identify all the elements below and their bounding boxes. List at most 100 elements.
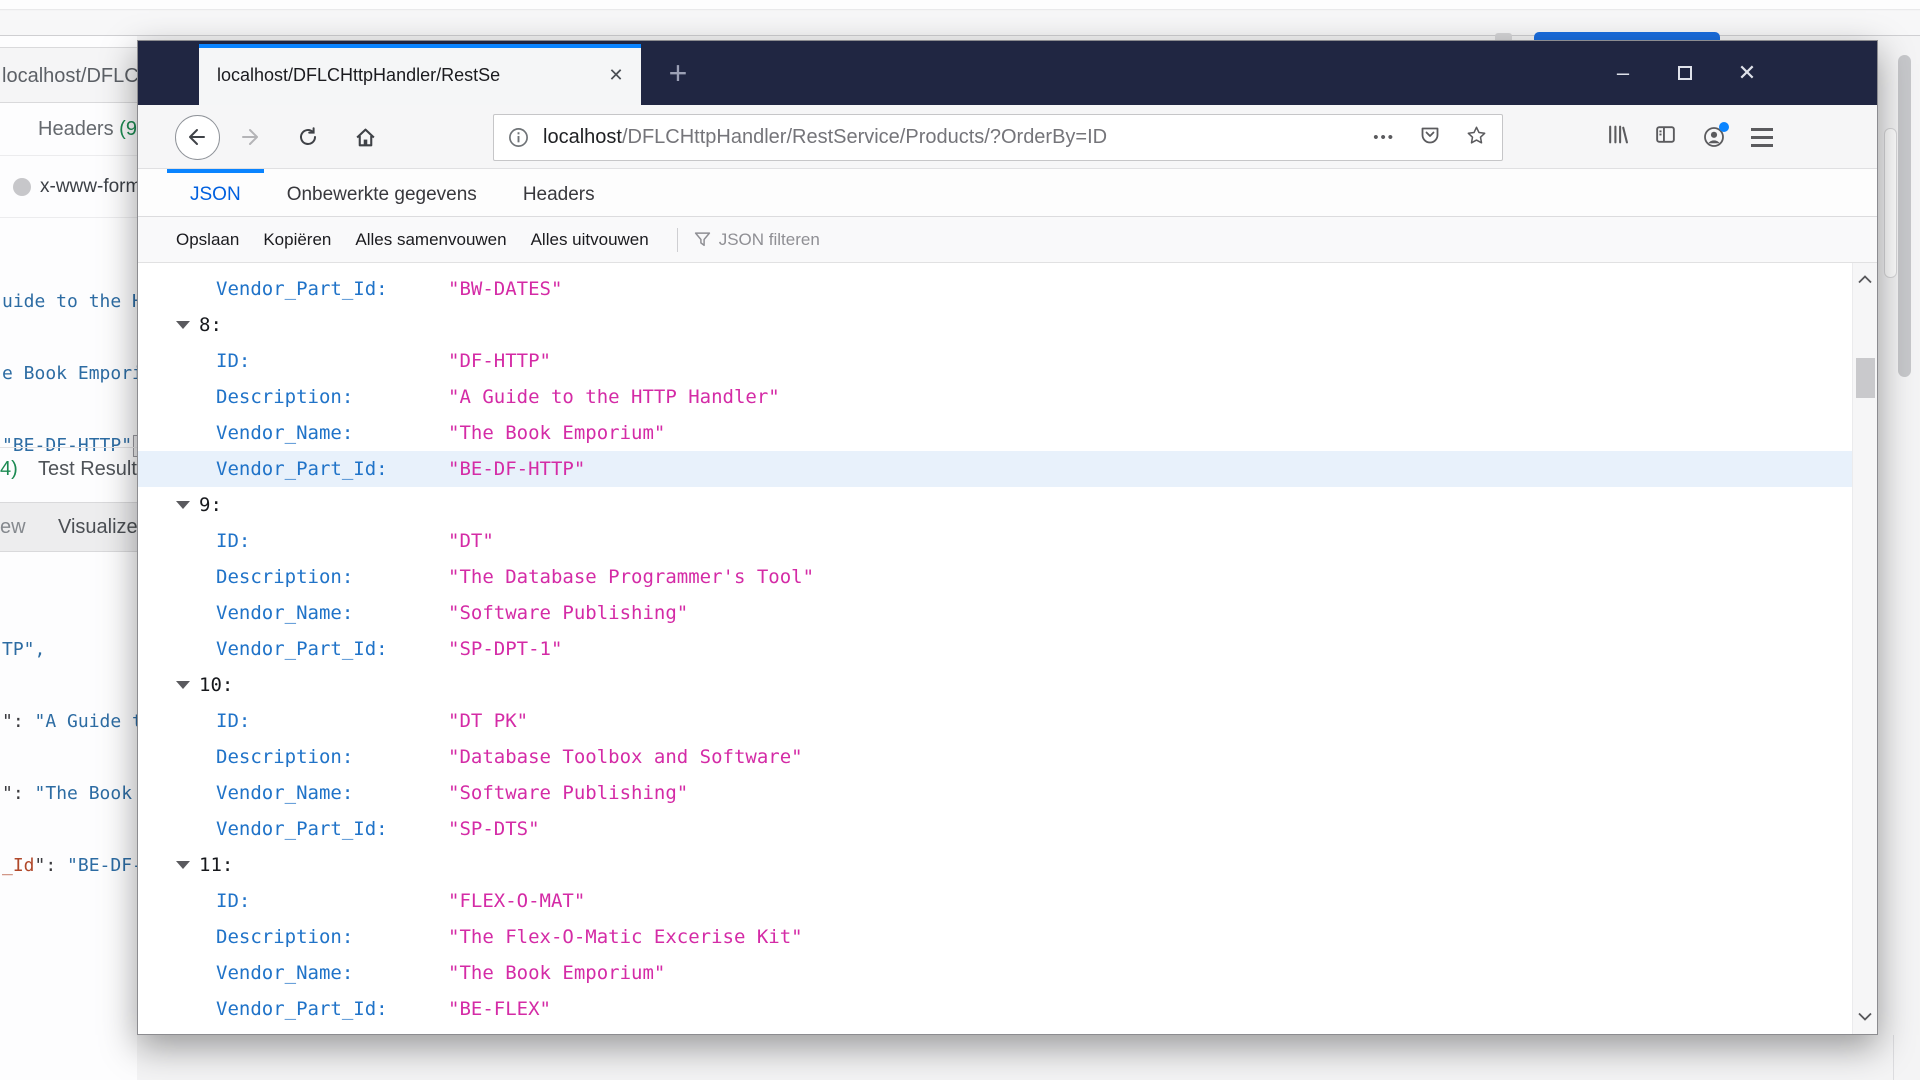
back-icon <box>175 115 220 160</box>
code-string: TP", <box>2 639 45 660</box>
json-key: ID: <box>216 710 448 732</box>
window-controls: – ✕ <box>1592 42 1778 104</box>
account-button[interactable] <box>1702 125 1726 149</box>
navigation-toolbar: localhost/DFLCHttpHandler/RestService/Pr… <box>138 105 1877 169</box>
url-path: /DFLCHttpHandler/RestService/Products/?O… <box>622 126 1107 148</box>
tab-headers[interactable]: Headers <box>500 169 618 216</box>
code-line: _Id": "BE-DF-H <box>2 854 137 878</box>
forward-button[interactable] <box>228 105 272 169</box>
collapse-twisty-icon[interactable] <box>176 681 190 689</box>
url-bar[interactable]: localhost/DFLCHttpHandler/RestService/Pr… <box>493 114 1503 161</box>
headers-tab-label: Headers <box>38 118 114 140</box>
scrollbar-track[interactable] <box>1852 263 1877 1034</box>
browser-tab[interactable]: localhost/DFLCHttpHandler/RestSe ✕ <box>199 44 641 105</box>
copy-button[interactable]: Kopiëren <box>263 230 331 250</box>
tab-title-fade <box>565 48 599 105</box>
json-value: "Software Publishing" <box>448 602 688 624</box>
titlebar[interactable]: localhost/DFLCHttpHandler/RestSe ✕ + – ✕ <box>138 41 1877 105</box>
code-line: ": "The Book E <box>2 782 137 806</box>
json-value: "FLEX-O-MAT" <box>448 890 585 912</box>
json-row: Vendor_Part_Id:"SP-DPT-1" <box>138 631 1854 667</box>
json-value: "DF-HTTP" <box>448 350 551 372</box>
page-actions-icon[interactable]: ••• <box>1373 129 1395 146</box>
pocket-icon[interactable] <box>1419 124 1441 151</box>
json-tree-panel[interactable]: Vendor_Part_Id:"BW-DATES" 8: ID:"DF-HTTP… <box>138 263 1854 1034</box>
tab-json[interactable]: JSON <box>167 169 264 216</box>
toolbar-separator <box>677 228 678 252</box>
background-app-left-panel: localhost/DFLCH Headers (9) x-www-form u… <box>0 36 137 1080</box>
code-key: _Id <box>2 855 35 876</box>
json-key: Vendor_Name: <box>216 422 448 444</box>
json-array-index-row[interactable]: 10: <box>138 667 1854 703</box>
json-value: "SP-DTS" <box>448 818 540 840</box>
collapse-twisty-icon[interactable] <box>176 321 190 329</box>
background-divider-line <box>1893 1035 1894 1080</box>
code-line: ": "A Guide to <box>2 710 137 734</box>
background-app-top-strip <box>0 0 1920 10</box>
menu-hamburger-icon[interactable] <box>1751 128 1773 147</box>
firefox-window: localhost/DFLCHttpHandler/RestSe ✕ + – ✕ <box>137 40 1878 1035</box>
library-icon[interactable] <box>1606 123 1629 151</box>
background-scrollbar-track[interactable] <box>1884 128 1897 278</box>
json-row: ID:"DT PK" <box>138 703 1854 739</box>
background-response-json: TP", ": "A Guide to ": "The Book E _Id":… <box>2 590 137 926</box>
json-row: Vendor_Part_Id:"BE-FLEX" <box>138 991 1854 1027</box>
array-index: 10: <box>199 674 233 696</box>
json-value: "The Database Programmer's Tool" <box>448 566 814 588</box>
code-line: uide to the HT <box>2 290 137 314</box>
json-row: Vendor_Part_Id:"SP-DTS" <box>138 811 1854 847</box>
json-value: "Database Toolbox and Software" <box>448 746 803 768</box>
background-request-tab[interactable]: localhost/DFLCH <box>0 47 137 103</box>
headers-count-badge: (9) <box>119 118 137 140</box>
maximize-button[interactable] <box>1654 42 1716 104</box>
json-array-index-row[interactable]: 8: <box>138 307 1854 343</box>
json-filter-input[interactable] <box>719 230 919 250</box>
expand-all-button[interactable]: Alles uitvouwen <box>531 230 649 250</box>
tab-raw-data[interactable]: Onbewerkte gegevens <box>264 169 500 216</box>
json-value: "BE-FLEX" <box>448 998 551 1020</box>
save-button[interactable]: Opslaan <box>176 230 239 250</box>
json-key: ID: <box>216 350 448 372</box>
background-test-results-tab[interactable]: 4) Test Results <box>0 448 137 490</box>
json-key: Description: <box>216 386 448 408</box>
json-row: Description:"The Flex-O-Matic Excerise K… <box>138 919 1854 955</box>
back-button[interactable] <box>174 105 220 169</box>
json-key: Description: <box>216 746 448 768</box>
new-tab-button[interactable]: + <box>653 51 703 97</box>
collapse-all-button[interactable]: Alles samenvouwen <box>355 230 506 250</box>
json-array-index-row[interactable]: 9: <box>138 487 1854 523</box>
bookmark-star-icon[interactable] <box>1465 124 1488 152</box>
scroll-up-arrow-icon[interactable] <box>1858 271 1872 289</box>
background-body-type-row[interactable]: x-www-form <box>0 156 137 218</box>
site-info-icon[interactable] <box>508 127 529 148</box>
json-value: "BE-DF-HTTP" <box>448 458 585 480</box>
reload-button[interactable] <box>286 105 330 169</box>
radio-icon[interactable] <box>13 178 31 196</box>
collapse-twisty-icon[interactable] <box>176 501 190 509</box>
array-index: 11: <box>199 854 233 876</box>
filter-funnel-icon <box>694 231 711 248</box>
scrollbar-thumb[interactable] <box>1856 358 1875 398</box>
json-key: ID: <box>216 530 448 552</box>
json-row: Description:"A Guide to the HTTP Handler… <box>138 379 1854 415</box>
tab-close-icon[interactable]: ✕ <box>601 48 631 103</box>
scroll-down-arrow-icon[interactable] <box>1858 1008 1872 1026</box>
collapse-twisty-icon[interactable] <box>176 861 190 869</box>
url-text[interactable]: localhost/DFLCHttpHandler/RestService/Pr… <box>543 126 1359 149</box>
forward-icon <box>239 126 261 148</box>
visualize-tab-label[interactable]: Visualize <box>58 503 137 551</box>
test-results-label: Test Results <box>38 448 137 490</box>
toolbar-right-icons <box>1606 105 1773 169</box>
background-headers-tab[interactable]: Headers (9) <box>0 103 137 156</box>
url-bar-actions: ••• <box>1359 124 1502 152</box>
sidebar-icon[interactable] <box>1654 123 1677 151</box>
home-button[interactable] <box>343 105 387 169</box>
minimize-button[interactable]: – <box>1592 42 1654 104</box>
json-value: "SP-DPT-1" <box>448 638 562 660</box>
reload-icon <box>297 126 319 148</box>
close-button[interactable]: ✕ <box>1716 42 1778 104</box>
background-scrollbar-thumb[interactable] <box>1898 55 1911 377</box>
preview-tab-label[interactable]: ew <box>0 503 26 551</box>
json-array-index-row[interactable]: 11: <box>138 847 1854 883</box>
array-index: 9: <box>199 494 222 516</box>
